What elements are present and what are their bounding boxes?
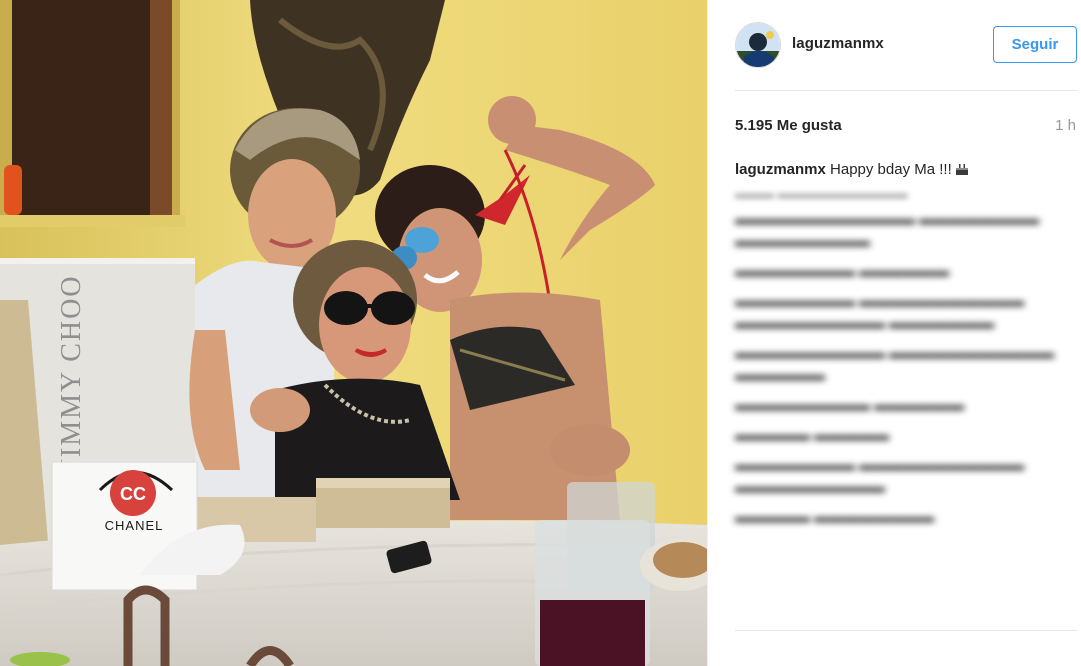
box-brand-text: CHANEL — [105, 518, 164, 533]
post-caption: laguzmanmx Happy bday Ma !!! — [735, 161, 1065, 178]
actions-divider — [735, 630, 1077, 631]
comment-item: ▬▬▬▬▬▬▬▬ ▬▬▬▬▬▬▬▬▬▬▬ ▬▬▬▬▬▬▬▬▬▬ ▬▬▬▬▬▬▬ — [735, 293, 1025, 332]
comment-item: ▬▬▬▬▬▬▬▬▬▬▬▬ ▬▬▬▬▬▬▬▬ ▬▬▬▬▬▬▬▬▬ — [735, 211, 1040, 250]
svg-text:CC: CC — [120, 484, 146, 504]
comment-item: ▬▬▬▬▬▬▬▬▬▬ ▬▬▬▬▬▬▬▬▬▬▬ ▬▬▬▬▬▬ — [735, 345, 1055, 384]
comment-item: ▬▬▬▬▬ ▬▬▬▬▬ — [735, 427, 890, 444]
birthday-cake-icon — [955, 164, 968, 175]
comment-item: ▬▬▬▬▬ ▬▬▬▬▬▬▬▬ — [735, 509, 935, 526]
avatar[interactable] — [735, 22, 781, 68]
view-all-comments-link[interactable]: ▬▬▬ ▬▬▬▬▬▬▬▬▬▬ — [735, 186, 1055, 201]
caption-username[interactable]: laguzmanmx — [735, 161, 826, 178]
instagram-post: JIMMY CHOO CC CHANEL laguzmanmx Seguir 5… — [0, 0, 1081, 666]
comment-item: ▬▬▬▬▬▬▬▬ ▬▬▬▬▬▬ — [735, 263, 950, 280]
avatar-image — [736, 23, 780, 67]
comment-item: ▬▬▬▬▬▬▬▬ ▬▬▬▬▬▬▬▬▬▬▬ ▬▬▬▬▬▬▬▬▬▬ — [735, 457, 1025, 496]
post-timestamp[interactable]: 1 h — [1055, 117, 1076, 134]
post-photo[interactable]: JIMMY CHOO CC CHANEL — [0, 0, 707, 666]
bag-brand-text: JIMMY CHOO — [56, 274, 87, 470]
likes-count[interactable]: 5.195 Me gusta — [735, 117, 842, 134]
post-header: laguzmanmx Seguir — [708, 0, 1081, 90]
photo-scene: JIMMY CHOO CC CHANEL — [0, 0, 707, 666]
follow-button[interactable]: Seguir — [993, 26, 1077, 63]
header-divider — [735, 90, 1077, 91]
caption-text: Happy bday Ma !!! — [830, 161, 952, 178]
post-side-panel: laguzmanmx Seguir 5.195 Me gusta 1 h lag… — [707, 0, 1081, 666]
comments-list: ▬▬▬ ▬▬▬▬▬▬▬▬▬▬ ▬▬▬▬▬▬▬▬▬▬▬▬ ▬▬▬▬▬▬▬▬ ▬▬▬… — [735, 186, 1055, 537]
username-link[interactable]: laguzmanmx — [792, 35, 884, 52]
comment-item: ▬▬▬▬▬▬▬▬▬ ▬▬▬▬▬▬ — [735, 397, 965, 414]
